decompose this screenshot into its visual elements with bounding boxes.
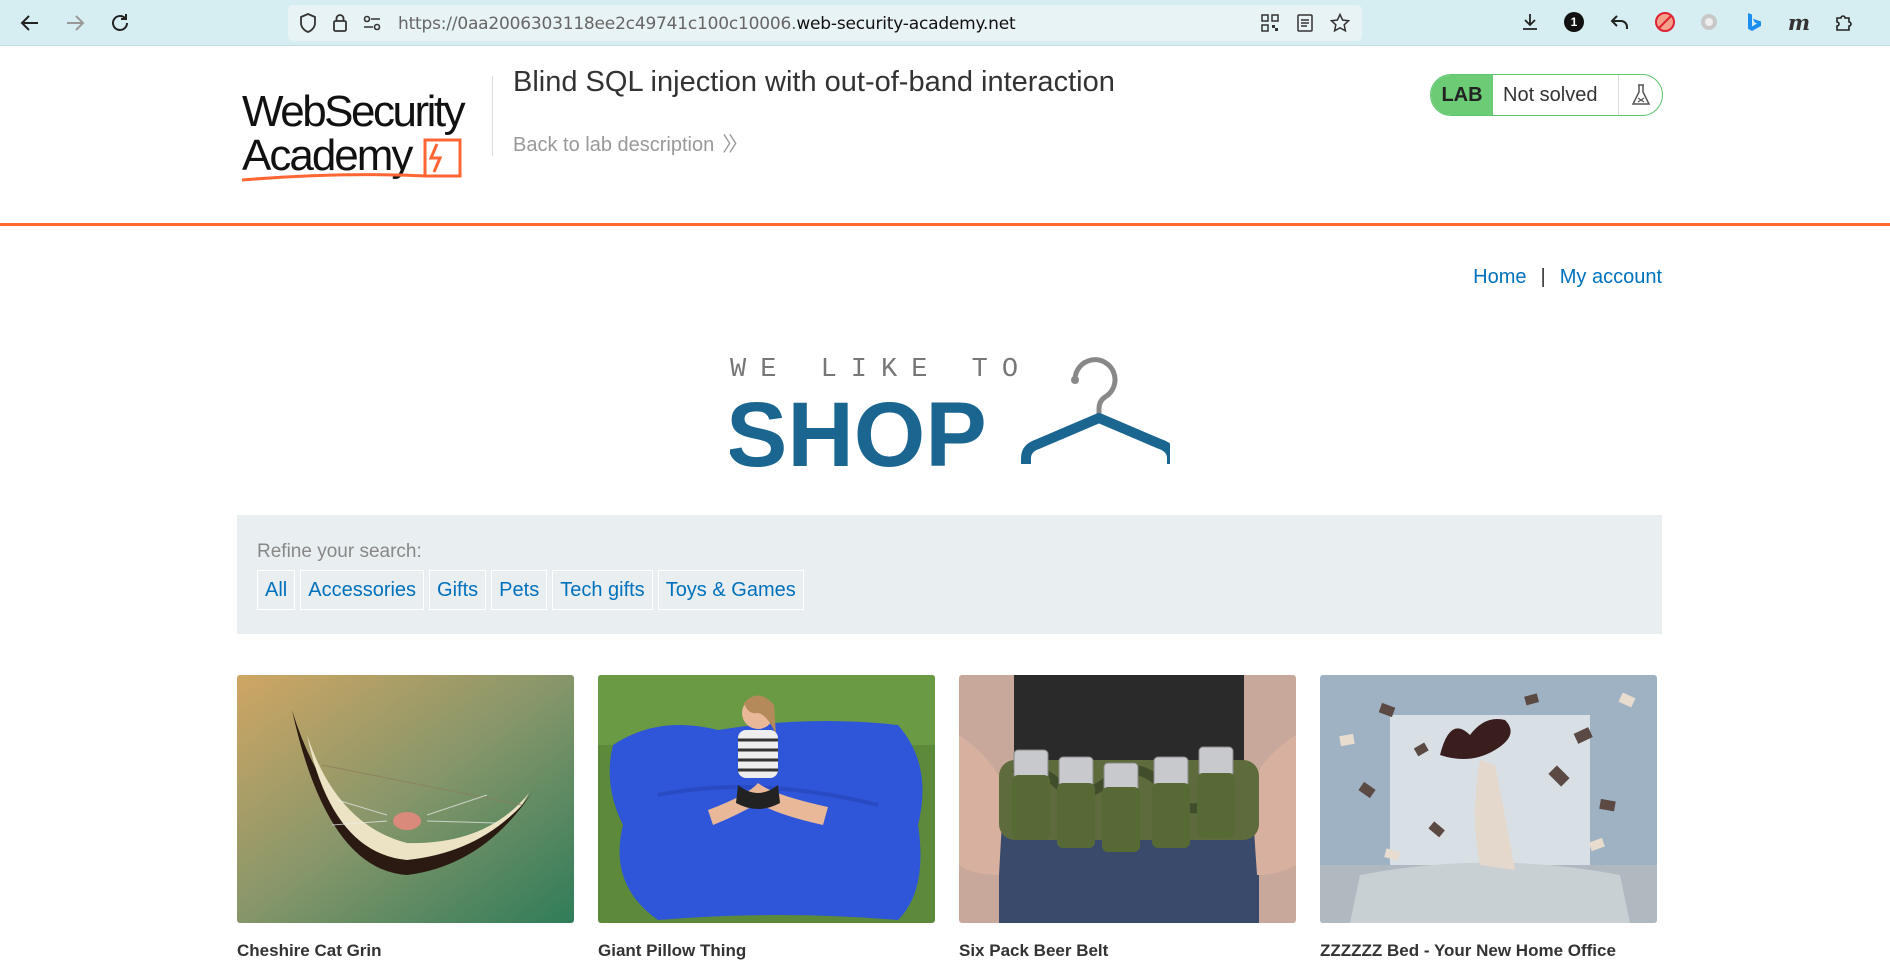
category-accessories[interactable]: Accessories [300,570,425,610]
category-gifts[interactable]: Gifts [429,570,487,610]
product-name[interactable]: Cheshire Cat Grin [237,941,574,961]
m-extension-icon[interactable]: m [1787,10,1811,35]
product-name[interactable]: Six Pack Beer Belt [959,941,1296,961]
bing-icon[interactable] [1742,10,1766,34]
lab-badge: LAB [1431,75,1493,115]
filter-label: Refine your search: [257,541,422,562]
notification-count: 1 [1570,15,1578,29]
reload-icon[interactable] [106,9,134,37]
product-name[interactable]: ZZZZZZ Bed - Your New Home Office [1320,941,1657,961]
home-link[interactable]: Home [1473,266,1526,288]
product-card[interactable]: Six Pack Beer Belt [959,675,1296,961]
permissions-icon[interactable] [362,13,382,33]
double-chevron-right-icon: 〉〉 [722,134,748,156]
url-text[interactable]: https://0aa2006303118ee2c49741c100c10006… [398,14,1016,34]
product-image-cheshire-cat[interactable] [237,675,574,923]
svg-text:SHOP: SHOP [730,384,987,472]
qr-code-icon[interactable] [1260,13,1280,33]
reader-view-icon[interactable] [1295,13,1315,33]
category-pets[interactable]: Pets [491,570,548,610]
product-card[interactable]: ZZZZZZ Bed - Your New Home Office [1320,675,1657,961]
browser-toolbar: https://0aa2006303118ee2c49741c100c10006… [0,0,1890,46]
lab-status-text: Not solved [1503,83,1598,106]
svg-text:WE LIKE TO: WE LIKE TO [730,355,1032,385]
password-manager-icon[interactable]: 1 [1562,10,1586,34]
top-navigation: Home | My account [1473,266,1662,289]
nav-separator: | [1540,266,1546,288]
category-toys-games[interactable]: Toys & Games [657,570,804,610]
svg-text:WebSecurity: WebSecurity [242,87,466,136]
category-filter-list: All Accessories Gifts Pets Tech gifts To… [257,570,804,610]
category-all[interactable]: All [257,570,296,610]
product-card[interactable]: Cheshire Cat Grin [237,675,574,961]
product-image-beer-belt[interactable] [959,675,1296,923]
product-name[interactable]: Giant Pillow Thing [598,941,935,961]
my-account-link[interactable]: My account [1560,266,1662,288]
header-divider [492,76,493,156]
svg-text:Academy: Academy [242,131,413,180]
product-card[interactable]: Giant Pillow Thing [598,675,935,961]
product-image-giant-pillow[interactable] [598,675,935,923]
blocker-extension-icon[interactable] [1653,10,1677,34]
web-security-academy-logo[interactable]: WebSecurity Academy [240,74,490,206]
back-arrow-icon[interactable] [16,9,44,37]
undo-arrow-icon[interactable] [1608,10,1632,34]
we-like-to-shop-logo: WE LIKE TO SHOP [726,352,1177,486]
lab-title: Blind SQL injection with out-of-band int… [513,66,1115,98]
download-icon[interactable] [1518,10,1542,34]
product-image-bed-office[interactable] [1320,675,1657,923]
address-bar[interactable]: https://0aa2006303118ee2c49741c100c10006… [288,5,1362,41]
flask-icon[interactable] [1618,75,1662,115]
bookmark-star-icon[interactable] [1330,13,1350,33]
forward-arrow-icon[interactable] [61,9,89,37]
lock-icon[interactable] [330,13,350,33]
back-to-lab-description-link[interactable]: Back to lab description 〉〉 [513,128,748,157]
search-filter-panel: Refine your search: All Accessories Gift… [237,515,1662,634]
shield-icon[interactable] [298,13,318,33]
lab-header: WebSecurity Academy Blind SQL injection … [0,46,1890,226]
extensions-puzzle-icon[interactable] [1832,10,1856,34]
category-tech-gifts[interactable]: Tech gifts [552,570,653,610]
extension-gray-icon[interactable] [1697,10,1721,34]
lab-status-widget: LAB Not solved [1430,74,1663,116]
